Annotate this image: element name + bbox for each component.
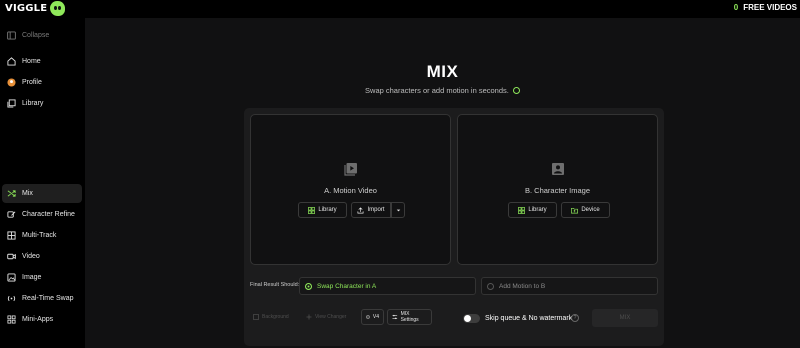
main-content: MIX Swap characters or add motion in sec… bbox=[85, 18, 800, 348]
swap-character-option[interactable]: Swap Character in A bbox=[299, 277, 476, 295]
add-motion-label: Add Motion to B bbox=[499, 282, 546, 290]
page-subtitle: Swap characters or add motion in seconds… bbox=[85, 86, 800, 95]
mascot-icon bbox=[50, 1, 66, 16]
sidebar-item-video[interactable]: Video bbox=[2, 247, 82, 266]
background-label: Background bbox=[262, 314, 289, 320]
motion-library-label: Library bbox=[318, 207, 337, 213]
sidebar-item-home[interactable]: Home bbox=[2, 52, 82, 71]
sidebar-item-label: Real-Time Swap bbox=[22, 295, 74, 302]
library-icon bbox=[7, 99, 16, 108]
upload-icon bbox=[358, 206, 364, 213]
import-button[interactable]: Import bbox=[351, 202, 391, 218]
grid-icon bbox=[7, 315, 16, 324]
sidebar-item-image[interactable]: Image bbox=[2, 268, 82, 287]
shuffle-icon bbox=[7, 189, 16, 198]
mix-settings-button[interactable]: MIX Settings bbox=[387, 309, 432, 325]
swap-character-label: Swap Character in A bbox=[317, 282, 377, 290]
view-changer-button[interactable]: View Changer bbox=[302, 309, 350, 325]
profile-avatar-icon bbox=[7, 78, 16, 87]
final-result-row: Final Result Should: Swap Character in A… bbox=[244, 277, 664, 295]
top-bar: VIGGLE 0 FREE VIDEOS bbox=[0, 0, 800, 18]
free-videos-counter[interactable]: 0 FREE VIDEOS bbox=[734, 3, 797, 12]
mix-settings-label: MIX Settings bbox=[400, 311, 419, 323]
model-icon bbox=[366, 315, 370, 319]
chevron-down-icon bbox=[396, 209, 400, 211]
background-icon bbox=[253, 314, 259, 320]
character-library-label: Library bbox=[528, 207, 547, 213]
collapse-icon bbox=[7, 31, 16, 40]
sidebar-item-label: Image bbox=[22, 274, 42, 281]
free-videos-count: 0 bbox=[733, 3, 739, 12]
sidebar-item-mini-apps[interactable]: Mini-Apps bbox=[2, 310, 82, 329]
sliders-icon bbox=[392, 314, 398, 320]
sidebar-item-character-refine[interactable]: Character Refine bbox=[2, 205, 82, 224]
brand-name: VIGGLE bbox=[5, 3, 48, 14]
background-button[interactable]: Background bbox=[249, 309, 293, 325]
final-result-label: Final Result Should: bbox=[250, 282, 300, 288]
page-title: MIX bbox=[426, 62, 459, 81]
radio-selected bbox=[305, 282, 312, 290]
sidebar-item-label: Library bbox=[22, 100, 44, 107]
mix-submit-button[interactable]: MIX bbox=[592, 309, 658, 327]
controls-row: Background View Changer V4 MIX Settings … bbox=[244, 309, 664, 327]
model-version-button[interactable]: V4 bbox=[361, 309, 384, 325]
radio-unselected bbox=[487, 282, 494, 290]
sidebar-item-real-time-swap[interactable]: Real-Time Swap bbox=[2, 289, 82, 308]
collapse-button[interactable]: Collapse bbox=[2, 26, 82, 45]
character-image-label: B. Character Image bbox=[524, 186, 591, 195]
subtitle-text: Swap characters or add motion in seconds… bbox=[365, 86, 509, 95]
mix-panel: A. Motion Video Library Import B. Charac… bbox=[244, 108, 664, 346]
add-motion-option[interactable]: Add Motion to B bbox=[481, 277, 658, 295]
collapse-label: Collapse bbox=[22, 32, 50, 39]
motion-video-card[interactable]: A. Motion Video Library Import bbox=[250, 114, 451, 265]
video-icon bbox=[7, 252, 16, 261]
help-icon[interactable]: ? bbox=[571, 314, 579, 322]
sidebar-item-multi-track[interactable]: Multi-Track bbox=[2, 226, 82, 245]
library-grid-icon bbox=[308, 206, 316, 214]
view-changer-label: View Changer bbox=[315, 314, 347, 320]
video-library-icon bbox=[343, 163, 357, 176]
free-videos-label: FREE VIDEOS bbox=[743, 3, 797, 12]
portrait-icon bbox=[551, 163, 564, 175]
device-label: Device bbox=[581, 207, 600, 213]
sidebar-item-label: Mix bbox=[22, 190, 33, 197]
sidebar-item-profile[interactable]: Profile bbox=[2, 73, 82, 92]
model-version-label: V4 bbox=[372, 314, 379, 320]
sidebar-item-label: Home bbox=[22, 58, 41, 65]
folder-upload-icon bbox=[571, 207, 579, 213]
motion-video-label: A. Motion Video bbox=[324, 186, 377, 195]
sidebar-item-label: Profile bbox=[22, 79, 42, 86]
motion-library-button[interactable]: Library bbox=[298, 202, 347, 218]
sidebar-item-label: Multi-Track bbox=[22, 232, 57, 239]
sidebar-item-library[interactable]: Library bbox=[2, 94, 82, 113]
sidebar-item-mix[interactable]: Mix bbox=[2, 184, 82, 203]
character-library-button[interactable]: Library bbox=[508, 202, 557, 218]
info-icon[interactable] bbox=[512, 87, 520, 94]
skip-queue-toggle[interactable] bbox=[463, 314, 480, 323]
view-changer-icon bbox=[306, 314, 312, 320]
broadcast-icon bbox=[7, 294, 16, 303]
import-label: Import bbox=[367, 207, 385, 213]
sidebar-item-label: Mini-Apps bbox=[22, 316, 54, 323]
device-button[interactable]: Device bbox=[561, 202, 610, 218]
wand-icon bbox=[7, 210, 16, 219]
import-dropdown-button[interactable] bbox=[391, 202, 405, 218]
home-icon bbox=[7, 57, 16, 66]
image-icon bbox=[7, 273, 16, 282]
sidebar: Collapse Home Profile Library Mix Charac… bbox=[0, 18, 85, 348]
character-image-card[interactable]: B. Character Image Library Device bbox=[457, 114, 658, 265]
viggle-logo[interactable]: VIGGLE bbox=[5, 0, 66, 17]
sidebar-item-label: Video bbox=[22, 253, 40, 260]
multi-track-icon bbox=[7, 231, 16, 240]
sidebar-item-label: Character Refine bbox=[22, 211, 75, 218]
library-grid-icon bbox=[518, 206, 526, 214]
skip-queue-label: Skip queue & No watermark bbox=[485, 315, 573, 322]
